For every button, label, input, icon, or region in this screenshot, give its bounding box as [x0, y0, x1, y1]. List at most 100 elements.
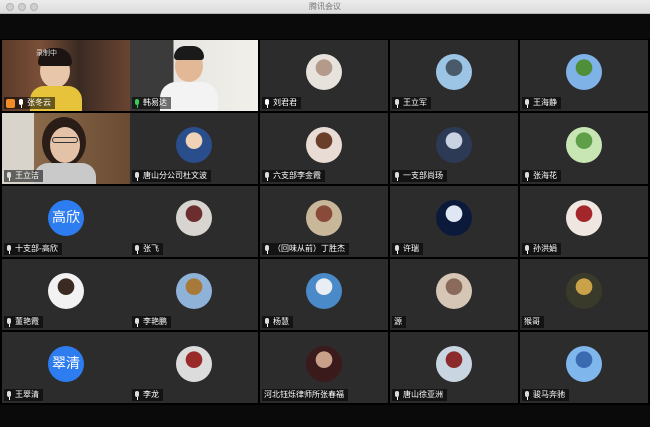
mic-muted-icon: [134, 317, 140, 327]
participant-tile[interactable]: 杨慧: [260, 259, 388, 330]
participant-name: 猴哥: [524, 317, 540, 326]
microphone-icon: [264, 98, 270, 108]
avatar: [436, 54, 472, 90]
participant-name: 刘君君: [273, 98, 297, 107]
avatar: [176, 200, 212, 236]
mic-muted-icon: [264, 171, 270, 181]
avatar: [176, 273, 212, 309]
participant-name: 韩易达: [143, 98, 167, 107]
mic-muted-icon: [6, 171, 12, 181]
mic-muted-icon: [394, 390, 400, 400]
participant-tile[interactable]: 李艳鹏: [130, 259, 258, 330]
participant-tile[interactable]: 录制中张冬云: [2, 40, 130, 111]
mic-muted-icon: [264, 317, 270, 327]
participant-tile[interactable]: 董艳霞: [2, 259, 130, 330]
participant-tile[interactable]: 六支部李金霞: [260, 113, 388, 184]
mic-muted-icon: [524, 171, 530, 181]
participant-tile[interactable]: （回味从前）丁胜杰: [260, 186, 388, 257]
participant-name: 一支部尚玚: [403, 171, 443, 180]
participant-name: 李艳鹏: [143, 317, 167, 326]
participant-name-tag: 张海花: [522, 170, 561, 182]
participant-grid: 录制中 张冬云 韩易达 刘君君 王立军 王海静 王立洁 唐山分公司杜文波 六支部李金霞 一支部尚玚…: [0, 39, 650, 405]
participant-name: 李龙: [143, 390, 159, 399]
participant-name-tag: 王海静: [522, 97, 561, 109]
participant-name-tag: （回味从前）丁胜杰: [262, 243, 349, 255]
participant-name-tag: 王立军: [392, 97, 431, 109]
participant-tile[interactable]: 高欣十支部-高欣: [2, 186, 130, 257]
recording-badge: 录制中: [36, 49, 57, 57]
participant-name-tag: 韩易达: [132, 97, 171, 109]
participant-name-tag: 王立洁: [4, 170, 43, 182]
participant-name: 十支部-高欣: [15, 244, 58, 253]
avatar: [436, 273, 472, 309]
participant-name-tag: 杨慧: [262, 316, 293, 328]
avatar: 翠清: [48, 346, 84, 382]
raised-hand-icon: [6, 98, 15, 108]
avatar: [436, 346, 472, 382]
avatar: 高欣: [48, 200, 84, 236]
avatar: [176, 127, 212, 163]
participant-tile[interactable]: 唐山徐亚洲: [390, 332, 518, 403]
participant-name-tag: 六支部李金霞: [262, 170, 325, 182]
avatar: [436, 200, 472, 236]
mic-muted-icon: [524, 98, 530, 108]
participant-name: 源: [394, 317, 402, 326]
participant-tile[interactable]: 许瑞: [390, 186, 518, 257]
participant-tile[interactable]: 河北钰烁律师所张春福: [260, 332, 388, 403]
participant-tile[interactable]: 王立军: [390, 40, 518, 111]
mic-muted-icon: [394, 244, 400, 254]
participant-name-tag: 唐山徐亚洲: [392, 389, 447, 401]
avatar: [566, 127, 602, 163]
participant-tile[interactable]: 一支部尚玚: [390, 113, 518, 184]
participant-name-tag: 刘君君: [262, 97, 301, 109]
participant-name: 骏马奔驰: [533, 390, 565, 399]
participant-name: 王立洁: [15, 171, 39, 180]
participant-name: 杨慧: [273, 317, 289, 326]
top-toolbar-area: [0, 14, 650, 39]
participant-name: 张飞: [143, 244, 159, 253]
participant-tile[interactable]: 孙洪娟: [520, 186, 648, 257]
window-title: 腾讯会议: [309, 2, 341, 11]
participant-tile[interactable]: 源: [390, 259, 518, 330]
mic-muted-icon: [394, 98, 400, 108]
mic-muted-icon: [134, 390, 140, 400]
title-bar: 腾讯会议: [0, 0, 650, 14]
mic-muted-icon: [134, 171, 140, 181]
participant-name: 张海花: [533, 171, 557, 180]
participant-tile[interactable]: 李龙: [130, 332, 258, 403]
participant-name: 孙洪娟: [533, 244, 557, 253]
participant-name-tag: 李艳鹏: [132, 316, 171, 328]
participant-name-tag: 孙洪娟: [522, 243, 561, 255]
participant-tile[interactable]: 张海花: [520, 113, 648, 184]
avatar: [176, 346, 212, 382]
mic-muted-icon: [6, 390, 12, 400]
avatar: [436, 127, 472, 163]
participant-tile[interactable]: 唐山分公司杜文波: [130, 113, 258, 184]
participant-name-tag: 十支部-高欣: [4, 243, 62, 255]
avatar: [306, 54, 342, 90]
bottom-toolbar-area: [0, 405, 650, 427]
participant-tile[interactable]: 骏马奔驰: [520, 332, 648, 403]
participant-name-tag: 河北钰烁律师所张春福: [262, 389, 348, 401]
participant-name-tag: 王翠清: [4, 389, 43, 401]
participant-name: 唐山徐亚洲: [403, 390, 443, 399]
participant-tile[interactable]: 张飞: [130, 186, 258, 257]
participant-tile[interactable]: 韩易达: [130, 40, 258, 111]
participant-tile[interactable]: 刘君君: [260, 40, 388, 111]
participant-tile[interactable]: 猴哥: [520, 259, 648, 330]
participant-name-tag: 张冬云: [4, 97, 55, 109]
mic-muted-icon: [6, 317, 12, 327]
participant-name: 张冬云: [27, 98, 51, 107]
participant-name: 许瑞: [403, 244, 419, 253]
avatar: [306, 346, 342, 382]
avatar: [48, 273, 84, 309]
participant-tile[interactable]: 王海静: [520, 40, 648, 111]
participant-tile[interactable]: 王立洁: [2, 113, 130, 184]
avatar: [566, 54, 602, 90]
mic-muted-icon: [134, 244, 140, 254]
participant-name-tag: 许瑞: [392, 243, 423, 255]
participant-name-tag: 猴哥: [522, 316, 544, 328]
avatar: [566, 346, 602, 382]
participant-tile[interactable]: 翠清 王翠清: [2, 332, 130, 403]
avatar: [566, 273, 602, 309]
